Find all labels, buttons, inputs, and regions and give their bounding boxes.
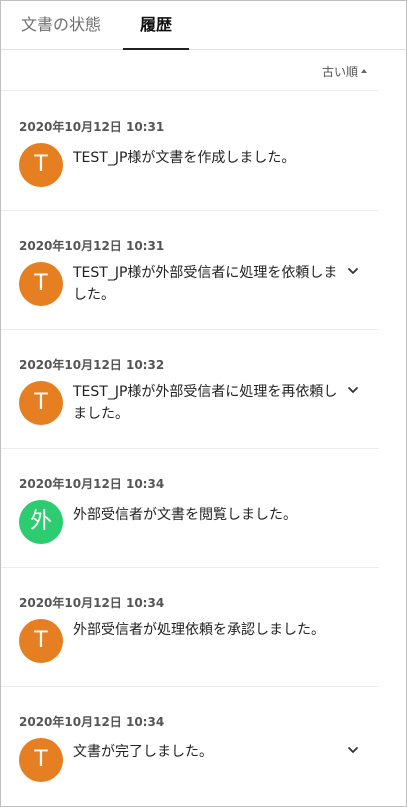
avatar: T — [19, 143, 63, 187]
history-message: 外部受信者が文書を閲覧しました。 — [73, 507, 297, 523]
tab-document-status[interactable]: 文書の状態 — [15, 1, 107, 49]
history-item: 2020年10月12日 10:34 外 外部受信者が文書を閲覧しました。 — [1, 448, 379, 568]
history-panel: 文書の状態 履歴 古い順 2020年10月12日 10:31 T TEST_JP… — [0, 0, 407, 807]
history-message: TEST_JP様が文書を作成しました。 — [73, 150, 296, 166]
sort-order-label: 古い順 — [321, 65, 358, 79]
history-message: 外部受信者が処理依頼を承認しました。 — [73, 622, 325, 638]
history-timestamp: 2020年10月12日 10:31 — [19, 120, 165, 134]
chevron-down-icon[interactable] — [347, 744, 359, 756]
history-timestamp: 2020年10月12日 10:32 — [19, 358, 165, 372]
history-item: 2020年10月12日 10:31 T TEST_JP様が外部受信者に処理を依頼… — [1, 210, 379, 330]
avatar: T — [19, 262, 63, 306]
history-message: TEST_JP様が外部受信者に処理を依頼しました。 — [73, 265, 338, 303]
history-timestamp: 2020年10月12日 10:34 — [19, 477, 165, 491]
history-timestamp: 2020年10月12日 10:34 — [19, 596, 165, 610]
history-item: 2020年10月12日 10:34 T 文書が完了しました。 — [1, 686, 379, 806]
history-message: 文書が完了しました。 — [73, 744, 213, 760]
avatar: T — [19, 381, 63, 425]
avatar: 外 — [19, 500, 63, 544]
history-item: 2020年10月12日 10:34 T 外部受信者が処理依頼を承認しました。 — [1, 567, 379, 687]
history-timestamp: 2020年10月12日 10:34 — [19, 715, 165, 729]
sort-up-icon — [361, 68, 367, 73]
chevron-down-icon[interactable] — [347, 265, 359, 277]
history-item: 2020年10月12日 10:31 T TEST_JP様が文書を作成しました。 — [1, 91, 379, 211]
history-item: 2020年10月12日 10:32 T TEST_JP様が外部受信者に処理を再依… — [1, 329, 379, 449]
tab-history[interactable]: 履歴 — [123, 1, 189, 50]
avatar: T — [19, 619, 63, 663]
sort-order-button[interactable]: 古い順 — [322, 63, 367, 80]
sort-bar: 古い順 — [1, 50, 379, 91]
chevron-down-icon[interactable] — [347, 384, 359, 396]
tab-bar: 文書の状態 履歴 — [1, 1, 406, 50]
history-timestamp: 2020年10月12日 10:31 — [19, 239, 165, 253]
history-message: TEST_JP様が外部受信者に処理を再依頼しました。 — [73, 384, 338, 422]
history-list[interactable]: 2020年10月12日 10:31 T TEST_JP様が文書を作成しました。 … — [1, 91, 379, 806]
avatar: T — [19, 738, 63, 782]
